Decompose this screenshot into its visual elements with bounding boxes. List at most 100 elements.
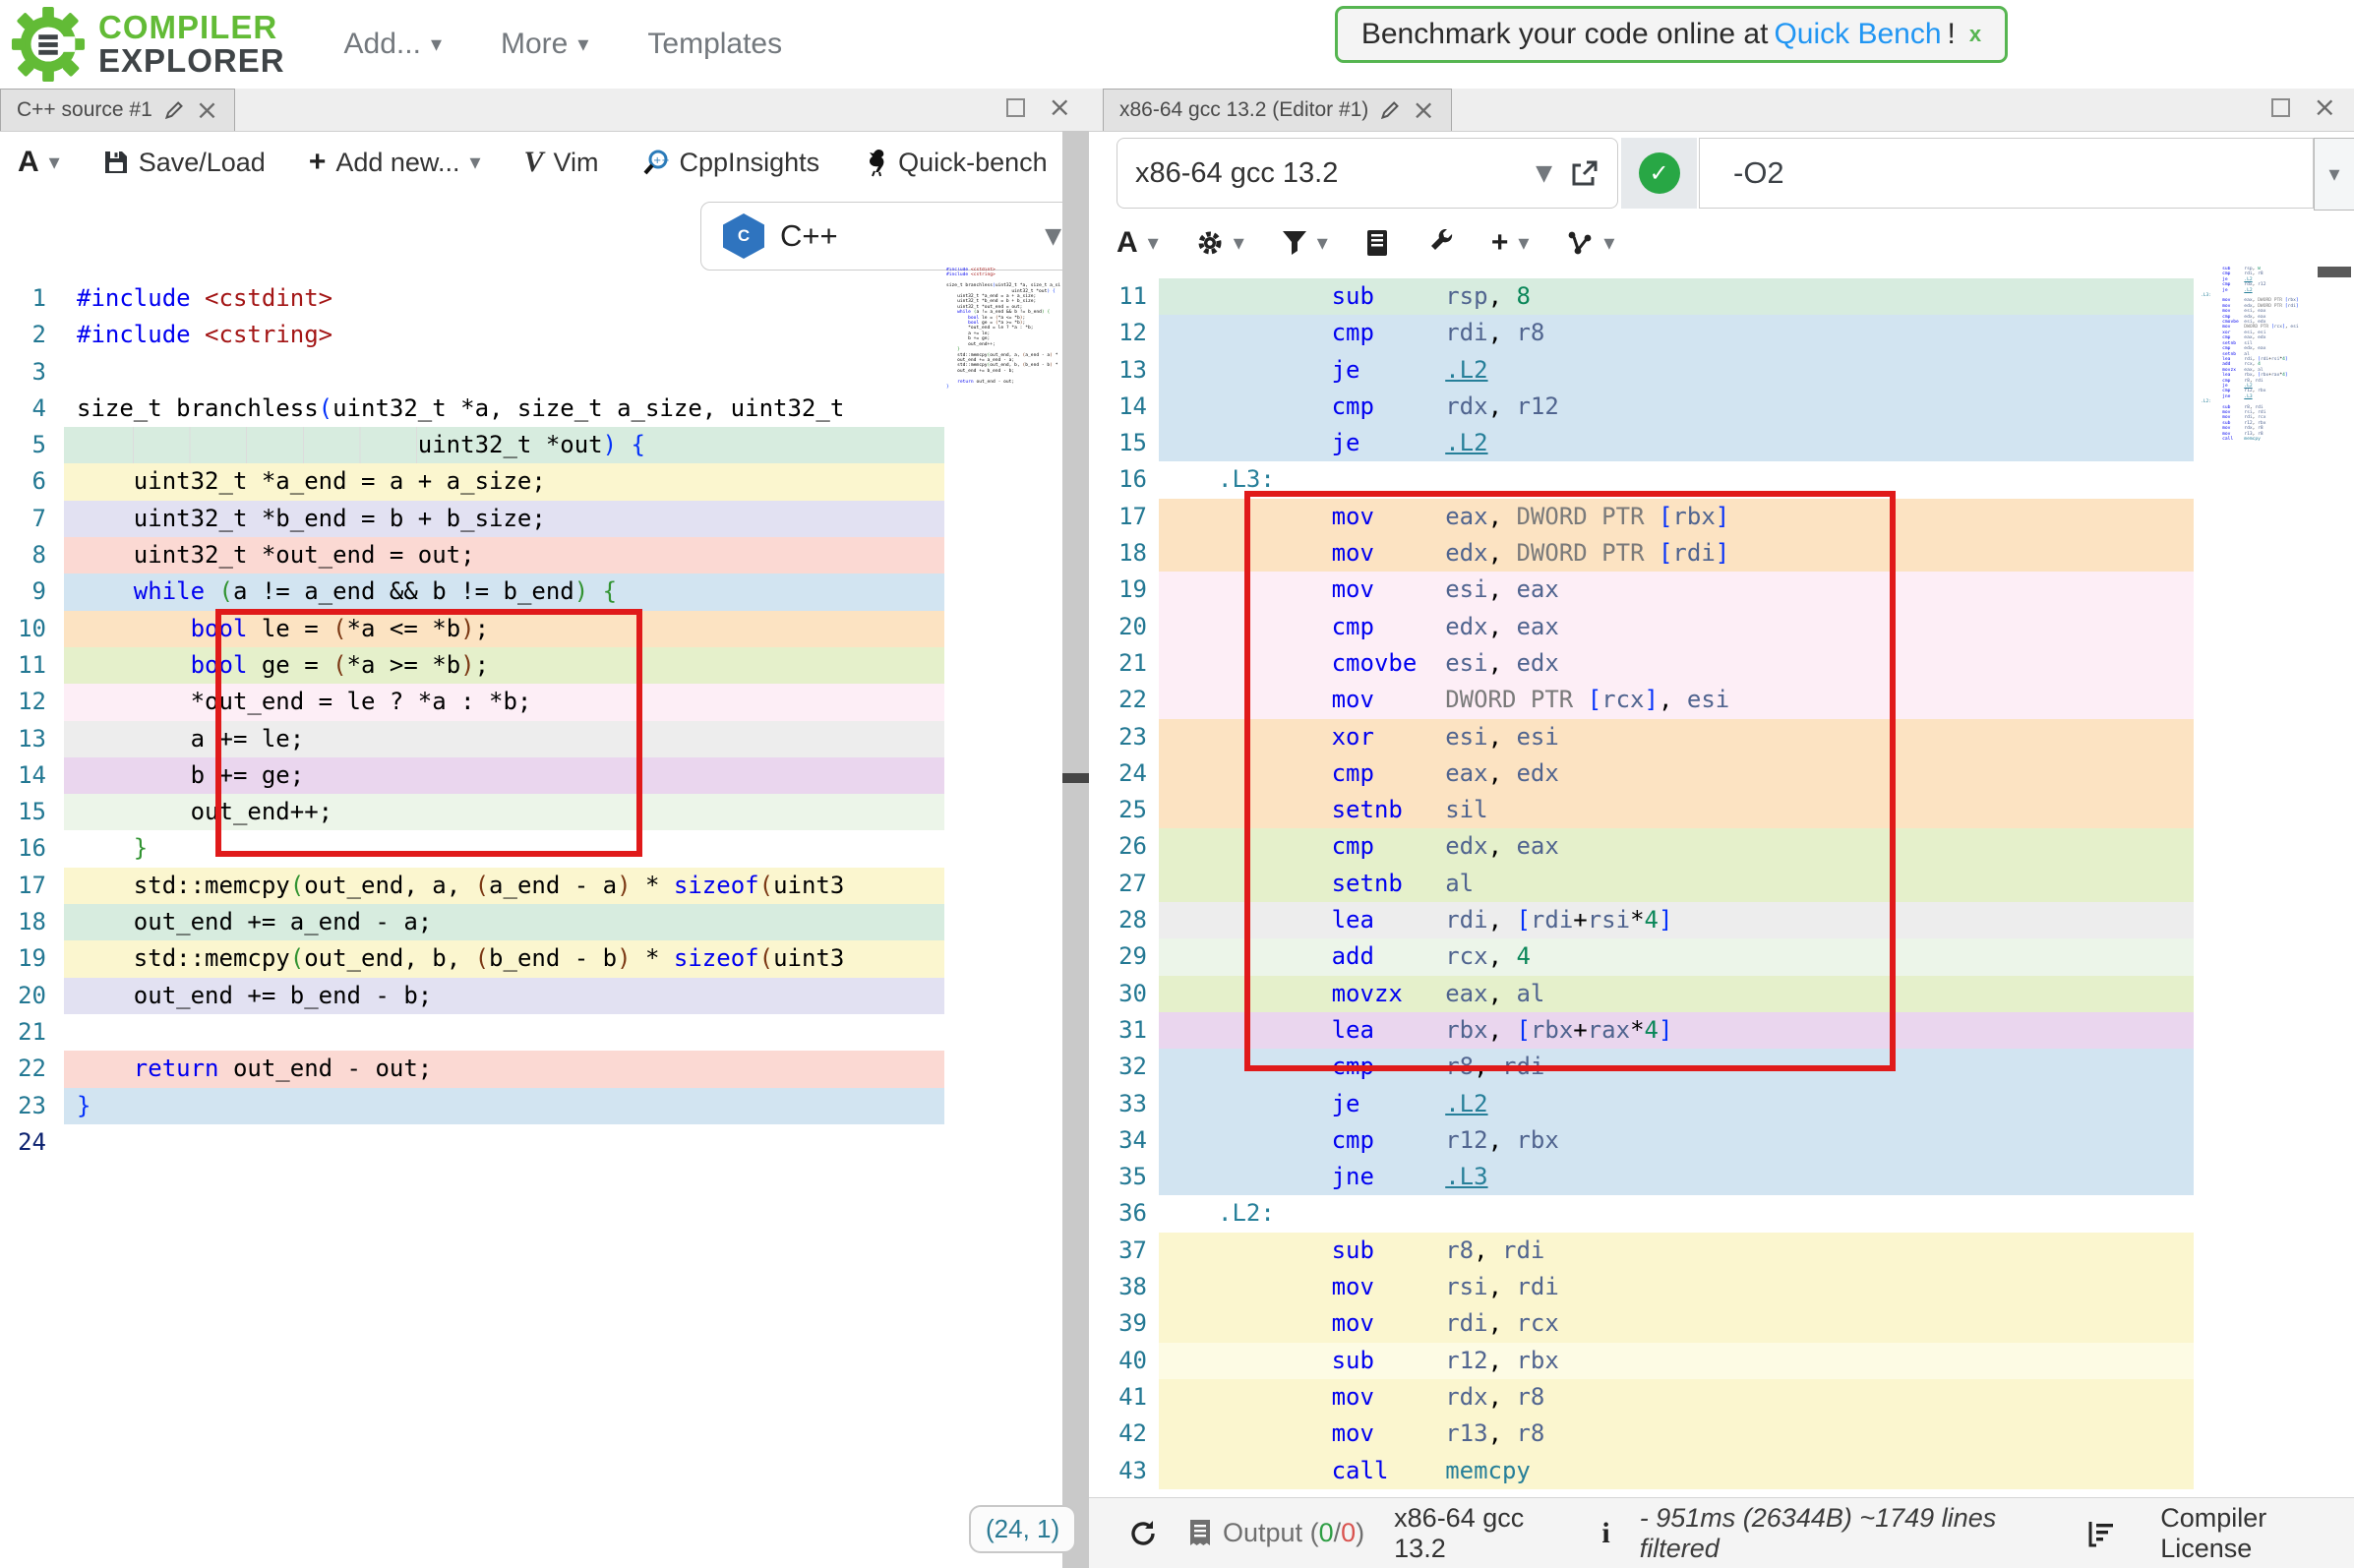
line-content[interactable]: cmp edx, eax [1159,828,2194,865]
nav-item-more[interactable]: More ▾ [501,28,588,61]
line-content[interactable]: movzx eax, al [1159,976,2194,1012]
rename-pencil-icon[interactable] [1380,100,1400,120]
refresh-icon[interactable] [1128,1519,1158,1548]
share-fork-button[interactable]: ▾ [1566,229,1614,257]
tools-button[interactable] [1426,229,1454,257]
line-content[interactable]: cmp r8, rdi [1159,1049,2194,1085]
line-content[interactable] [64,1014,944,1051]
compiler-license-link[interactable]: Compiler License [2160,1503,2354,1564]
info-icon[interactable]: i [1601,1517,1609,1550]
line-content[interactable]: cmp eax, edx [1159,755,2194,792]
line-content[interactable]: uint32_t *b_end = b + b_size; [64,501,944,537]
cppinsights-button[interactable]: ++ CppInsights [642,148,820,178]
filter-button[interactable]: ▾ [1282,230,1328,256]
maximize-icon[interactable] [2271,98,2290,117]
rename-pencil-icon[interactable] [164,100,184,120]
options-dropdown-button[interactable]: ▾ [2314,138,2354,211]
line-content[interactable]: uint32_t *out) { [64,427,944,463]
line-content[interactable]: b += ge; [64,757,944,794]
maximize-icon[interactable] [1006,98,1025,117]
line-content[interactable]: return out_end - out; [64,1051,944,1087]
line-content[interactable]: xor esi, esi [1159,719,2194,755]
vim-toggle-button[interactable]: V Vim [524,146,599,179]
line-content[interactable]: bool ge = (*a >= *b); [64,647,944,684]
line-content[interactable]: mov DWORD PTR [rcx], esi [1159,682,2194,718]
line-content[interactable]: lea rdi, [rdi+rsi*4] [1159,902,2194,938]
line-content[interactable]: sub rsp, 8 [1159,278,2194,315]
line-content[interactable]: setnb al [1159,866,2194,902]
libraries-button[interactable] [1365,229,1389,257]
sort-bars-icon[interactable] [2087,1520,2117,1547]
line-content[interactable]: *out_end = le ? *a : *b; [64,684,944,720]
line-content[interactable]: std::memcpy(out_end, a, (a_end - a) * si… [64,868,944,904]
line-content[interactable]: sub r8, rdi [1159,1233,2194,1269]
line-content[interactable]: out_end += b_end - b; [64,978,944,1014]
line-content[interactable]: mov rdx, r8 [1159,1379,2194,1416]
output-button[interactable]: Output (0/0) [1187,1518,1364,1548]
settings-button[interactable]: ▾ [1196,229,1244,257]
font-size-button[interactable]: A ▾ [18,146,60,179]
source-minimap[interactable]: #include <cstdint>#include <cstring> siz… [946,268,1060,592]
line-content[interactable]: cmp rdi, r8 [1159,315,2194,351]
line-content[interactable]: cmp r12, rbx [1159,1122,2194,1159]
close-tab-icon[interactable]: × [196,100,218,120]
save-load-button[interactable]: Save/Load [103,148,266,178]
line-content[interactable]: } [64,1088,944,1124]
line-content[interactable]: lea rbx, [rbx+rax*4] [1159,1012,2194,1049]
line-content[interactable]: uint32_t *out_end = out; [64,537,944,573]
close-pane-icon[interactable]: × [2314,97,2336,117]
line-content[interactable] [64,354,944,391]
font-size-button[interactable]: A ▾ [1117,226,1159,260]
line-content[interactable]: cmp edx, eax [1159,609,2194,645]
line-content[interactable]: call memcpy [1159,1453,2194,1489]
line-content[interactable]: out_end += a_end - a; [64,904,944,940]
line-content[interactable]: std::memcpy(out_end, b, (b_end - b) * si… [64,940,944,977]
compiler-options-input[interactable]: -O2 [1699,138,2314,209]
line-content[interactable]: out_end++; [64,794,944,830]
line-content[interactable]: while (a != a_end && b != b_end) { [64,573,944,610]
banner-close-icon[interactable]: x [1969,22,1981,47]
line-content[interactable]: .L2: [1159,1195,2194,1232]
close-tab-icon[interactable]: × [1412,100,1434,120]
line-content[interactable]: mov edx, DWORD PTR [rdi] [1159,535,2194,572]
line-content[interactable]: .L3: [1159,461,2194,498]
line-content[interactable]: mov rsi, rdi [1159,1269,2194,1305]
line-content[interactable]: size_t branchless(uint32_t *a, size_t a_… [64,391,944,427]
add-new-button[interactable]: + Add new... ▾ [309,146,481,179]
line-content[interactable]: je .L2 [1159,425,2194,461]
line-content[interactable]: add rcx, 4 [1159,938,2194,975]
line-content[interactable]: mov eax, DWORD PTR [rbx] [1159,499,2194,535]
assembly-minimap[interactable]: sub rsp, 8 cmp rdi, r8 je .L2 cmp rdx, r… [2201,267,2317,690]
pane-splitter[interactable] [1062,131,1089,1568]
line-content[interactable]: cmp rdx, r12 [1159,389,2194,425]
quickbench-button[interactable]: Quick-bench [863,148,1048,178]
close-pane-icon[interactable]: × [1049,97,1071,117]
source-editor[interactable]: 1#include <cstdint>2#include <cstring>34… [0,280,1062,1161]
quickbench-link[interactable]: Quick Bench [1774,18,1941,51]
line-content[interactable]: } [64,830,944,867]
line-content[interactable]: cmovbe esi, edx [1159,645,2194,682]
minimap-scroll-handle[interactable] [2318,267,2351,277]
line-content[interactable]: je .L2 [1159,352,2194,389]
line-content[interactable]: a += le; [64,721,944,757]
line-content[interactable]: mov r13, r8 [1159,1416,2194,1452]
tab-cpp-source[interactable]: C++ source #1 × [0,89,235,131]
assembly-editor[interactable]: 11 sub rsp, 812 cmp rdi, r813 je .L214 c… [1089,278,2299,1489]
splitter-drag-handle[interactable] [1062,773,1089,783]
language-selector[interactable]: C C++ ▼ [700,202,1084,271]
line-content[interactable]: mov rdi, rcx [1159,1305,2194,1342]
line-content[interactable] [64,1124,944,1161]
line-content[interactable]: mov esi, eax [1159,572,2194,608]
line-content[interactable]: sub r12, rbx [1159,1343,2194,1379]
line-content[interactable]: bool le = (*a <= *b); [64,611,944,647]
compiler-selector[interactable]: x86-64 gcc 13.2 ▼ [1117,138,1618,209]
external-link-icon[interactable] [1570,158,1600,188]
line-content[interactable]: #include <cstring> [64,317,944,353]
line-content[interactable]: je .L2 [1159,1086,2194,1122]
nav-item-templates[interactable]: Templates [647,28,782,61]
line-content[interactable]: setnb sil [1159,792,2194,828]
nav-item-add[interactable]: Add... ▾ [344,28,442,61]
line-content[interactable]: jne .L3 [1159,1159,2194,1195]
line-content[interactable]: uint32_t *a_end = a + a_size; [64,463,944,500]
add-tool-button[interactable]: + ▾ [1491,226,1530,260]
